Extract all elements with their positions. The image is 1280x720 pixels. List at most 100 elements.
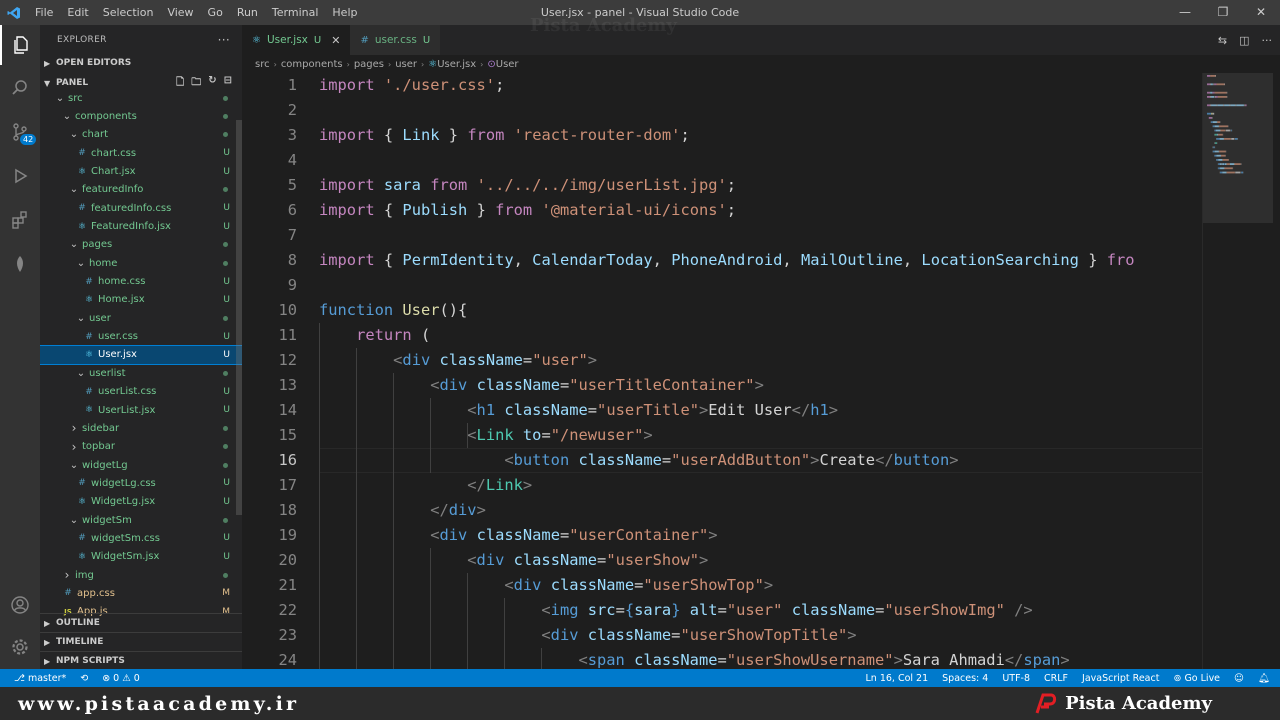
chevron-down-icon: ⌄ xyxy=(69,459,79,471)
tree-file[interactable]: # user.css U xyxy=(40,327,242,345)
menu-file[interactable]: File xyxy=(28,0,60,25)
code-token: "user" xyxy=(726,601,792,619)
menu-selection[interactable]: Selection xyxy=(96,0,161,25)
feedback-icon[interactable]: ☺ xyxy=(1234,673,1244,684)
tree-file[interactable]: # userList.css U xyxy=(40,383,242,401)
close-tab-icon[interactable]: ✕ xyxy=(331,34,340,47)
line-number: 14 xyxy=(278,401,297,419)
tree-folder[interactable]: › topbar xyxy=(40,438,242,456)
tree-file[interactable]: ⚛ Home.jsx U xyxy=(40,291,242,309)
language-mode[interactable]: JavaScript React xyxy=(1082,673,1159,684)
tree-folder[interactable]: ⌄ home xyxy=(40,254,242,272)
outline-section[interactable]: ▶ OUTLINE xyxy=(40,613,242,632)
tree-folder[interactable]: ⌄ user xyxy=(40,309,242,327)
tree-file[interactable]: ⚛ FeaturedInfo.jsx U xyxy=(40,217,242,235)
tree-folder[interactable]: › sidebar xyxy=(40,419,242,437)
tree-file[interactable]: # app.css M xyxy=(40,584,242,602)
source-control-icon[interactable]: 42 xyxy=(0,112,40,152)
code-line: 4 xyxy=(242,148,1202,173)
accounts-icon[interactable] xyxy=(0,585,40,625)
extensions-icon[interactable] xyxy=(0,200,40,240)
tree-folder[interactable]: ⌄ src xyxy=(40,89,242,107)
tree-file[interactable]: ⚛ UserList.jsx U xyxy=(40,401,242,419)
tree-folder[interactable]: ⌄ components xyxy=(40,107,242,125)
minimize-button[interactable]: — xyxy=(1166,0,1204,25)
encoding[interactable]: UTF-8 xyxy=(1002,673,1030,684)
tree-folder[interactable]: ⌄ pages xyxy=(40,236,242,254)
run-debug-icon[interactable] xyxy=(0,156,40,196)
tree-file[interactable]: ⚛ User.jsx U xyxy=(40,344,242,366)
more-actions-icon[interactable]: ··· xyxy=(218,33,230,47)
tree-folder[interactable]: ⌄ userlist xyxy=(40,364,242,382)
code-token: span xyxy=(1023,651,1061,669)
tree-file[interactable]: # featuredInfo.css U xyxy=(40,199,242,217)
breadcrumb-item[interactable]: user xyxy=(395,59,417,70)
menu-edit[interactable]: Edit xyxy=(60,0,95,25)
cursor-position[interactable]: Ln 16, Col 21 xyxy=(865,673,928,684)
npm-scripts-label: NPM SCRIPTS xyxy=(56,656,125,666)
tree-folder[interactable]: ⌄ chart xyxy=(40,126,242,144)
open-editors-section[interactable]: ▶ OPEN EDITORS xyxy=(40,53,242,73)
tree-file[interactable]: ⚛ Chart.jsx U xyxy=(40,162,242,180)
menu-help[interactable]: Help xyxy=(325,0,364,25)
search-icon[interactable] xyxy=(0,68,40,108)
remote-explorer-icon[interactable] xyxy=(0,244,40,284)
minimap[interactable] xyxy=(1202,73,1280,669)
npm-scripts-section[interactable]: ▶ NPM SCRIPTS xyxy=(40,651,242,669)
problems-indicator[interactable]: ⊗ 0 ⚠ 0 xyxy=(102,673,140,684)
tree-file[interactable]: # chart.css U xyxy=(40,144,242,162)
indentation[interactable]: Spaces: 4 xyxy=(942,673,988,684)
code-token: < xyxy=(467,401,477,419)
tree-file[interactable]: ⚛ WidgetLg.jsx U xyxy=(40,493,242,511)
tree-folder[interactable]: ⌄ widgetSm xyxy=(40,511,242,529)
minimap-token xyxy=(1214,154,1217,157)
more-actions-icon[interactable]: ··· xyxy=(1262,34,1273,47)
restore-button[interactable]: ❐ xyxy=(1204,0,1242,25)
timeline-section[interactable]: ▶ TIMELINE xyxy=(40,632,242,651)
menu-run[interactable]: Run xyxy=(230,0,265,25)
tree-folder[interactable]: ⌄ featuredInfo xyxy=(40,181,242,199)
sync-icon[interactable]: ⟲ xyxy=(80,673,88,684)
open-changes-icon[interactable]: ⇆ xyxy=(1218,34,1227,47)
tree-folder[interactable]: › img xyxy=(40,566,242,584)
minimap-token xyxy=(1211,121,1213,123)
git-branch[interactable]: ⎇ master* xyxy=(14,673,66,684)
tree-file[interactable]: # home.css U xyxy=(40,272,242,290)
breadcrumb-item[interactable]: components xyxy=(281,59,343,70)
breadcrumb-item[interactable]: User xyxy=(496,59,519,70)
close-window-button[interactable]: ✕ xyxy=(1242,0,1280,25)
tab-user-css[interactable]: # user.css U xyxy=(350,25,441,55)
breadcrumb-item[interactable]: pages xyxy=(354,59,384,70)
minimap-preview xyxy=(1207,75,1247,174)
code-token: > xyxy=(754,376,764,394)
code-token: "userAddButton" xyxy=(671,451,811,469)
breadcrumb-item[interactable]: User.jsx xyxy=(437,59,476,70)
chevron-right-icon: ▶ xyxy=(44,637,51,647)
split-editor-icon[interactable]: ◫ xyxy=(1239,34,1249,47)
tab-user-jsx[interactable]: ⚛ User.jsx U ✕ xyxy=(242,25,351,55)
line-number: 21 xyxy=(278,576,297,594)
notifications-bell-icon[interactable]: 🔔︎ xyxy=(1258,673,1270,684)
breadcrumb-item[interactable]: src xyxy=(255,59,270,70)
indent-guide xyxy=(430,548,432,669)
code-token: , xyxy=(513,251,533,269)
go-live-button[interactable]: ⊚ Go Live xyxy=(1173,673,1220,684)
code-text: <span className="userShowUsername">Sara … xyxy=(319,648,1069,669)
code-token: > xyxy=(698,401,709,419)
code-token: } xyxy=(1078,251,1107,269)
manage-gear-icon[interactable] xyxy=(0,627,40,667)
tree-file[interactable]: # widgetLg.css U xyxy=(40,474,242,492)
css-file-icon: # xyxy=(85,331,93,342)
menu-terminal[interactable]: Terminal xyxy=(265,0,326,25)
code-editor[interactable]: 1 import './user.css'; 2 3 import { Link } f… xyxy=(242,73,1202,669)
tree-file[interactable]: # widgetSm.css U xyxy=(40,529,242,547)
end-of-line[interactable]: CRLF xyxy=(1044,673,1068,684)
explorer-icon[interactable] xyxy=(0,25,40,65)
tree-file[interactable]: ⚛ WidgetSm.jsx U xyxy=(40,548,242,566)
tree-folder[interactable]: ⌄ widgetLg xyxy=(40,456,242,474)
menu-view[interactable]: View xyxy=(160,0,200,25)
react-file-icon: ⚛ xyxy=(428,58,438,70)
code-line: 12 <div className="user"> xyxy=(242,348,1202,373)
menu-go[interactable]: Go xyxy=(201,0,230,25)
